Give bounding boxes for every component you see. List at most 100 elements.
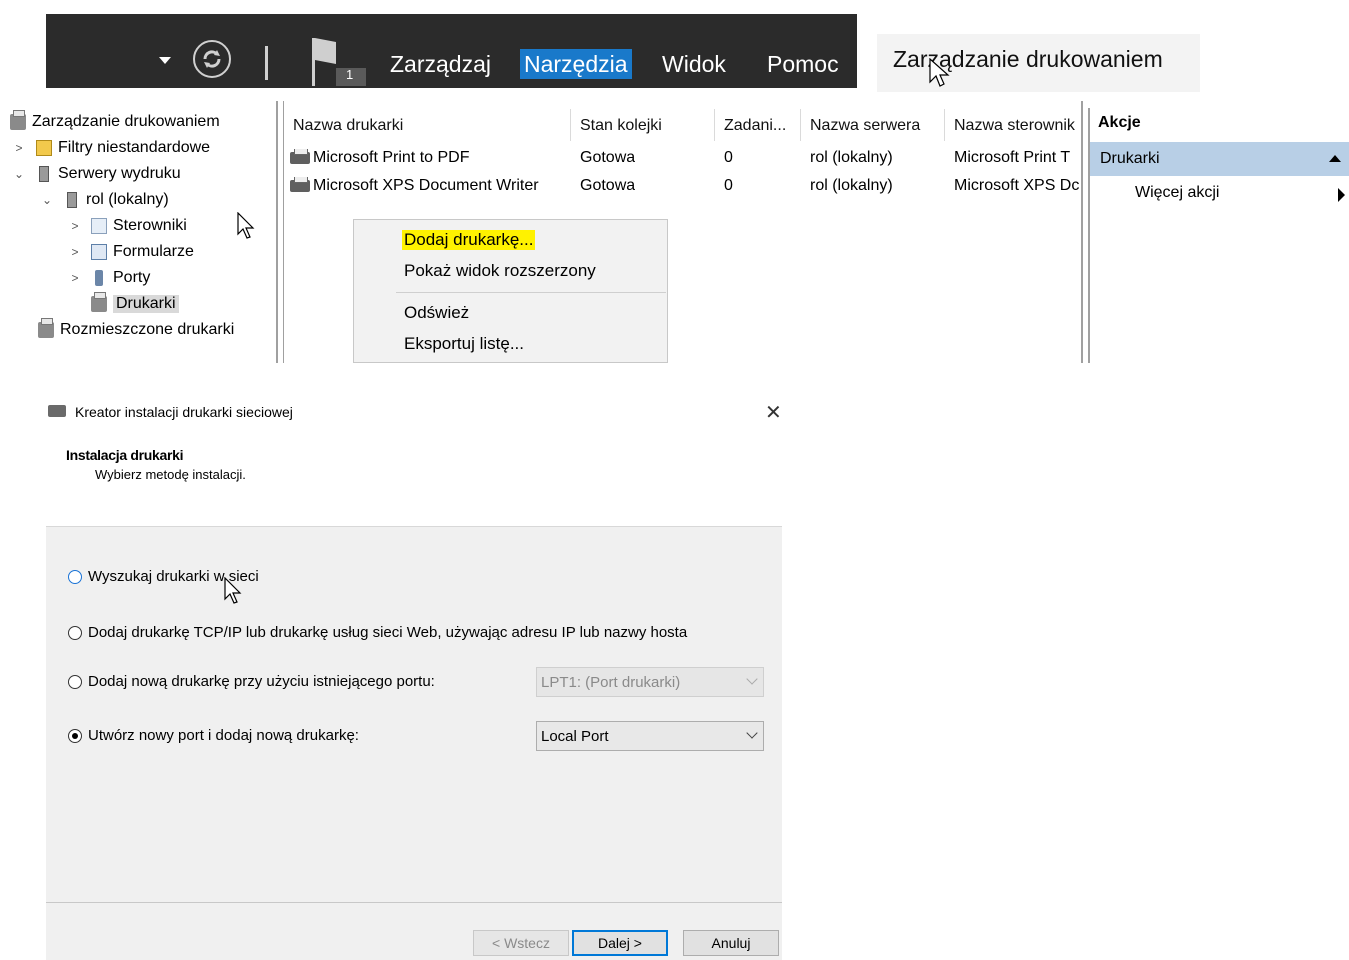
actions-group-printers[interactable]: Drukarki [1090,142,1349,176]
menu-separator [396,292,666,293]
wizard-title: Kreator instalacji drukarki sieciowej [75,404,293,420]
printer-icon [38,318,54,338]
tree-item-label: Rozmieszczone drukarki [60,321,235,338]
printer-icon [48,405,66,417]
mouse-cursor-icon [224,577,242,604]
column-header-server-name[interactable]: Nazwa serwera [810,117,920,135]
driver-name-cell: Microsoft XPS Dc [954,177,1080,194]
chevron-down-icon [746,673,758,685]
printer-icon [290,177,310,192]
jobs-cell: 0 [724,149,733,166]
tree-item-ports[interactable]: > Porty [68,266,150,290]
close-icon[interactable]: ✕ [765,400,782,425]
port-icon [95,270,103,286]
menu-item-refresh[interactable]: Odśwież [404,303,469,323]
tree-item-custom-filters[interactable]: > Filtry niestandardowe [12,136,210,160]
tree-item-drivers[interactable]: > Sterowniki [68,214,187,238]
back-button[interactable]: < Wstecz [473,930,569,956]
tool-title-box: Zarządzanie drukowaniem [877,34,1200,92]
tree-item-label: Drukarki [113,295,179,313]
option-new-port-label[interactable]: Utwórz nowy port i dodaj nową drukarkę: [88,727,359,744]
chevron-down-icon [746,727,758,739]
print-management-icon [10,110,26,130]
dropdown-caret-icon[interactable] [159,57,171,64]
filter-icon [36,140,52,156]
server-name-cell: rol (lokalny) [810,177,893,194]
radio-search-network[interactable] [68,570,82,584]
menu-widok[interactable]: Widok [662,49,726,79]
server-icon [39,166,49,182]
option-tcpip-label[interactable]: Dodaj drukarkę TCP/IP lub drukarkę usług… [88,624,687,641]
chevron-right-icon[interactable]: > [68,245,82,259]
tree-item-deployed-printers[interactable]: Rozmieszczone drukarki [38,318,234,342]
mouse-cursor-icon [929,58,950,87]
tree-item-print-servers[interactable]: ⌄ Serwery wydruku [12,162,181,186]
server-name-cell: rol (lokalny) [810,149,893,166]
next-button[interactable]: Dalej > [572,930,668,956]
tree-item-label: Formularze [113,243,194,260]
jobs-cell: 0 [724,177,733,194]
tree-item-server-rol[interactable]: ⌄ rol (lokalny) [40,188,169,212]
existing-port-value: LPT1: (Port drukarki) [541,674,681,691]
server-icon [67,192,77,208]
tree-item-label: Filtry niestandardowe [58,139,211,156]
menu-narzedzia[interactable]: Narzędzia [520,49,632,79]
drivers-icon [91,218,107,234]
wizard-subheading: Wybierz metodę instalacji. [95,467,246,482]
menu-item-add-printer[interactable]: Dodaj drukarkę... [402,230,536,250]
actions-title: Akcje [1098,114,1141,131]
tree-item-label: Serwery wydruku [58,165,181,182]
existing-port-select[interactable]: LPT1: (Port drukarki) [536,667,764,697]
chevron-right-icon[interactable]: > [12,141,26,155]
driver-name-cell: Microsoft Print T [954,149,1071,166]
collapse-up-icon[interactable] [1329,155,1341,162]
queue-status-cell: Gotowa [580,149,636,166]
radio-new-port[interactable] [68,729,82,743]
menu-zarzadzaj[interactable]: Zarządzaj [390,49,491,79]
navigation-tree: Zarządzanie drukowaniem > Filtry niestan… [0,101,278,363]
radio-existing-port[interactable] [68,675,82,689]
chevron-right-icon[interactable]: > [68,219,82,233]
wizard-options-panel: Wyszukaj drukarki w sieci Dodaj drukarkę… [46,526,782,903]
notification-count-badge: 1 [346,67,354,82]
server-manager-menubar: 1 Zarządzaj Narzędzia Widok Pomoc [46,14,857,88]
printer-name-cell: Microsoft Print to PDF [313,149,470,166]
option-existing-port-label[interactable]: Dodaj nową drukarkę przy użyciu istnieją… [88,673,435,690]
column-header-driver-name[interactable]: Nazwa sterownik [954,117,1075,135]
network-printer-wizard: Kreator instalacji drukarki sieciowej ✕ … [46,392,782,960]
chevron-down-icon[interactable]: ⌄ [12,167,26,181]
toolbar-separator [265,46,268,80]
printer-icon [91,292,107,312]
chevron-right-icon[interactable]: > [68,271,82,285]
tree-item-printers[interactable]: Drukarki [91,292,179,316]
queue-status-cell: Gotowa [580,177,636,194]
more-actions-link[interactable]: Więcej akcji [1135,184,1219,202]
tree-item-label: Porty [113,269,151,286]
new-port-type-value: Local Port [541,728,609,745]
printer-icon [290,149,310,164]
new-port-type-select[interactable]: Local Port [536,721,764,751]
tree-item-label: Zarządzanie drukowaniem [32,113,220,130]
menu-pomoc[interactable]: Pomoc [767,49,839,79]
printer-name-cell: Microsoft XPS Document Writer [313,177,539,194]
context-menu: Dodaj drukarkę... Pokaż widok rozszerzon… [353,219,668,363]
menu-item-export-list[interactable]: Eksportuj listę... [404,334,524,354]
actions-group-label: Drukarki [1100,150,1160,167]
mouse-cursor-icon [237,212,255,239]
refresh-icon[interactable] [193,40,231,78]
tree-item-label: Sterowniki [113,217,187,234]
column-header-jobs[interactable]: Zadani... [724,117,786,135]
actions-pane: Akcje Drukarki Więcej akcji [1088,108,1349,363]
tree-item-label: rol (lokalny) [86,191,169,208]
column-header-queue-status[interactable]: Stan kolejki [580,117,662,135]
submenu-arrow-icon [1338,188,1345,202]
wizard-footer: < Wstecz Dalej > Anuluj [46,902,782,960]
radio-tcpip[interactable] [68,626,82,640]
menu-item-show-extended-view[interactable]: Pokaż widok rozszerzony [404,261,596,281]
column-header-printer-name[interactable]: Nazwa drukarki [293,117,403,135]
chevron-down-icon[interactable]: ⌄ [40,193,54,207]
notifications-flag-icon[interactable]: 1 [310,34,366,86]
cancel-button[interactable]: Anuluj [683,930,779,956]
tree-item-print-management[interactable]: Zarządzanie drukowaniem [10,110,220,134]
tree-item-forms[interactable]: > Formularze [68,240,194,264]
